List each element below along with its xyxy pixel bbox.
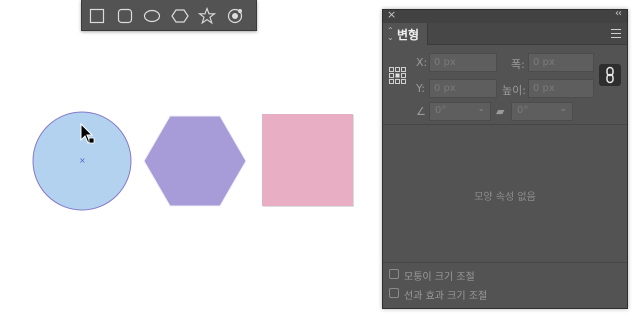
tab-transform[interactable]: ⌃ ⌄ 변형 [383, 23, 428, 45]
panel-tab-row: ⌃ ⌄ 변형 [383, 23, 627, 45]
width-label: 폭: [511, 58, 525, 71]
x-label: X: [416, 56, 428, 69]
cursor-pointer-icon [80, 123, 95, 144]
shape-toolbar [81, 0, 257, 31]
shear-value: 0° [517, 105, 529, 116]
shear-icon: ▰ [496, 105, 505, 118]
square-shape[interactable] [262, 114, 353, 206]
ellipse-tool-button[interactable] [143, 7, 161, 25]
flare-tool-button[interactable] [226, 7, 244, 25]
chevron-down-icon: ⌄ [559, 104, 567, 114]
panel-menu-icon[interactable] [611, 29, 621, 38]
height-field[interactable]: 0 px [528, 79, 594, 98]
rotate-dropdown[interactable]: 0° ⌄ [429, 102, 491, 121]
polygon-icon [171, 9, 189, 23]
tab-expand-icon[interactable]: ⌃ ⌄ [387, 27, 394, 42]
shear-dropdown[interactable]: 0° ⌄ [511, 102, 573, 121]
scale-corners-checkbox[interactable] [389, 269, 399, 279]
chevron-down-icon: ⌄ [477, 104, 485, 114]
close-icon[interactable]: × [387, 8, 396, 21]
x-field[interactable]: 0 px [429, 53, 497, 72]
reference-point-icon[interactable] [389, 67, 406, 84]
transform-panel: × ‹‹ ⌃ ⌄ 변형 X: 0 px 폭: 0 px Y: 0 px 높이: 0… [382, 8, 628, 309]
hexagon-shape[interactable] [142, 114, 248, 208]
no-shape-properties-text: 모양 속성 없음 [474, 192, 536, 203]
y-label: Y: [416, 82, 425, 95]
tab-transform-label: 변형 [397, 28, 420, 42]
panel-title-bar[interactable]: × ‹‹ [383, 8, 627, 23]
scale-corners-label: 모퉁이 크기 조절 [404, 272, 475, 283]
rotate-icon: ∠ [416, 105, 426, 118]
scale-strokes-label: 선과 효과 크기 조절 [404, 291, 488, 302]
star-icon [198, 7, 216, 25]
polygon-tool-button[interactable] [171, 7, 189, 25]
constrain-proportions-button[interactable] [599, 64, 621, 86]
height-label: 높이: [502, 84, 526, 97]
rectangle-icon [89, 8, 105, 24]
link-icon [606, 66, 614, 84]
flare-icon [227, 8, 243, 24]
scale-strokes-checkbox[interactable] [389, 288, 399, 298]
rotate-value: 0° [435, 105, 447, 116]
divider [383, 262, 627, 263]
width-field[interactable]: 0 px [528, 53, 594, 72]
center-point-marker: × [79, 156, 86, 165]
collapse-icon[interactable]: ‹‹ [615, 8, 622, 19]
rectangle-tool-button[interactable] [88, 7, 106, 25]
y-field[interactable]: 0 px [429, 79, 497, 98]
divider [383, 124, 627, 125]
rounded-rectangle-icon [117, 8, 133, 24]
star-tool-button[interactable] [198, 7, 216, 25]
ellipse-icon [143, 9, 161, 23]
rounded-rectangle-tool-button[interactable] [116, 7, 134, 25]
